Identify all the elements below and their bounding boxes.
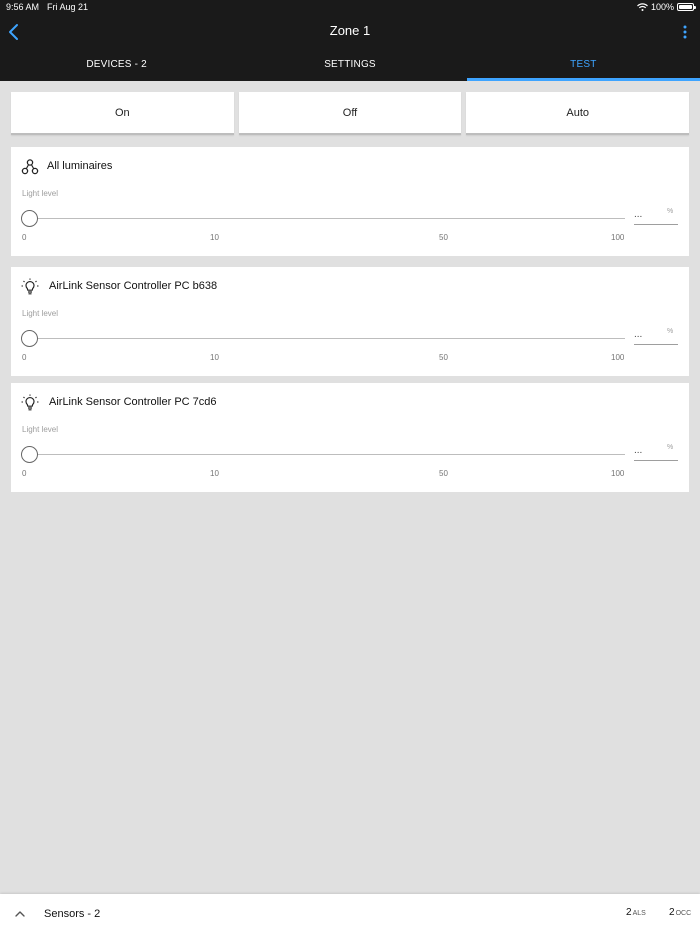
status-time: 9:56 AM [6,2,40,12]
on-button[interactable]: On [11,92,234,135]
luminaire-card-7cd6: AirLink Sensor Controller PC 7cd6 Light … [11,383,689,492]
slider-tick-label: 100 [611,469,625,478]
slider-tick-label: 10 [210,233,219,242]
light-level-slider-track[interactable] [30,454,625,455]
status-right: 100% [637,2,696,12]
card-title: AirLink Sensor Controller PC b638 [49,280,218,292]
lightbulb-icon [21,278,39,295]
percent-unit: % [667,208,674,215]
slider-tick-label: 10 [210,469,219,478]
occ-count-value: 2 [669,907,675,918]
als-count: 2ALS [626,907,646,918]
occ-count-label: OCC [675,910,692,917]
slider-tick-label: 10 [210,353,219,362]
light-level-label: Light level [22,189,59,198]
slider-tick-label: 0 [22,469,27,478]
auto-button[interactable]: Auto [466,92,690,135]
slider-tick-label: 0 [22,353,27,362]
light-level-slider-track[interactable] [30,218,625,219]
tab-bar: DEVICES - 2 SETTINGS TEST [0,50,700,81]
light-level-label: Light level [22,309,59,318]
slider-tick-label: 100 [611,353,625,362]
als-count-label: ALS [632,910,646,917]
status-bar: 9:56 AM Fri Aug 21 100% [0,0,700,14]
light-level-slider-thumb[interactable] [21,330,38,347]
chevron-up-icon[interactable] [14,909,26,919]
luminaire-card-b638: AirLink Sensor Controller PC b638 Light … [11,267,689,376]
slider-tick-label: 100 [611,233,625,242]
light-level-slider-thumb[interactable] [21,446,38,463]
light-level-label: Light level [22,425,59,434]
luminaire-card-all: All luminaires Light level 0 10 50 100 .… [11,147,689,256]
card-title: AirLink Sensor Controller PC 7cd6 [49,396,217,408]
card-title: All luminaires [47,160,113,172]
slider-tick-label: 0 [22,233,27,242]
page-title: Zone 1 [329,23,371,38]
app-bar: Zone 1 [0,14,700,50]
als-count-value: 2 [626,907,632,918]
status-date: Fri Aug 21 [47,2,89,12]
occ-count: 2OCC [669,907,691,918]
sensors-label: Sensors - 2 [44,908,101,920]
sensors-bottom-bar[interactable]: Sensors - 2 2ALS 2OCC [0,894,700,934]
light-level-slider-track[interactable] [30,338,625,339]
slider-tick-label: 50 [439,353,448,362]
tab-settings[interactable]: SETTINGS [233,50,466,81]
more-options-icon[interactable] [680,22,690,42]
battery-icon [677,3,696,11]
slider-tick-label: 50 [439,469,448,478]
light-level-slider-thumb[interactable] [21,210,38,227]
wifi-icon [637,3,648,11]
tab-test[interactable]: TEST [466,50,700,81]
percent-unit: % [667,328,674,335]
percent-unit: % [667,444,674,451]
luminaires-group-icon [21,159,39,175]
mode-buttons: On Off Auto [11,92,690,135]
lightbulb-icon [21,394,39,411]
slider-tick-label: 50 [439,233,448,242]
battery-percent: 100% [650,2,674,12]
off-button[interactable]: Off [238,92,462,135]
tab-devices[interactable]: DEVICES - 2 [0,50,233,81]
